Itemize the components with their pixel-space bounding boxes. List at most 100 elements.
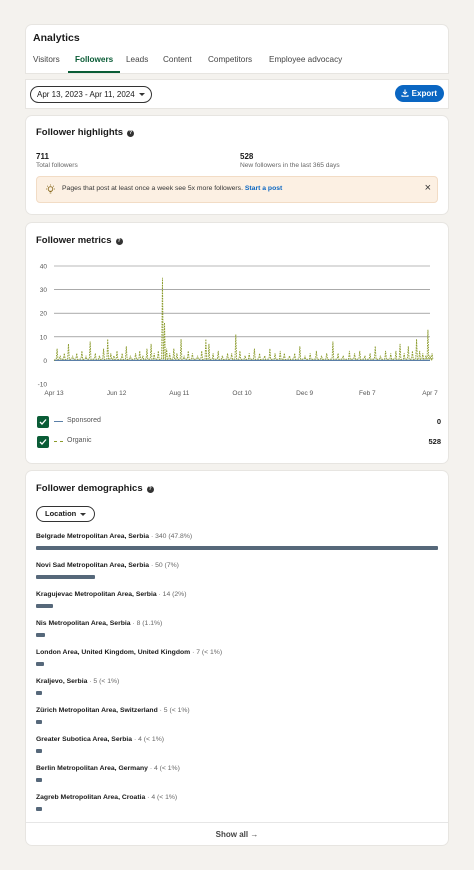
- demographic-row: Kragujevac Metropolitan Area, Serbia · 1…: [36, 591, 438, 611]
- info-icon[interactable]: ?: [127, 130, 135, 137]
- follower-metrics-chart: 40 30 20 10 0 -10Apr 13 Jun 12 Aug 11 Oct 10 Dec …: [38, 264, 439, 398]
- demographics-title: Follower demographics?: [36, 483, 154, 494]
- organic-label: Organic: [67, 437, 92, 444]
- demographic-bar: [36, 749, 42, 753]
- location-name: Kragujevac Metropolitan Area, Serbia: [36, 591, 157, 598]
- new-followers-value: 528: [240, 152, 254, 161]
- demographic-bar: [36, 633, 46, 637]
- sponsored-value: 0: [436, 417, 441, 426]
- tab-competitors[interactable]: Competitors: [208, 55, 252, 73]
- new-followers-label: New followers in the last 365 days: [240, 162, 340, 169]
- demographic-bar: [36, 604, 53, 608]
- location-name: Nis Metropolitan Area, Serbia: [36, 620, 131, 627]
- location-stat: · 4 (< 1%): [145, 794, 178, 801]
- demographic-row: Greater Subotica Area, Serbia · 4 (< 1%): [36, 736, 438, 756]
- location-dropdown-label: Location: [45, 509, 77, 518]
- demographic-bar: [36, 807, 42, 811]
- legend-sponsored[interactable]: Sponsored 0: [37, 416, 441, 428]
- show-all-button[interactable]: Show all →: [26, 822, 448, 845]
- demographic-bar: [36, 778, 42, 782]
- demographic-row: London Area, United Kingdom, United King…: [36, 649, 438, 669]
- y-tick-label: 40: [40, 264, 48, 271]
- demographic-bar: [36, 662, 45, 666]
- tip-text: Pages that post at least once a week see…: [62, 185, 283, 192]
- follower-highlights-card: Follower highlights? 711 Total followers…: [26, 116, 448, 214]
- location-stat: · 4 (< 1%): [132, 736, 164, 743]
- location-name: Berlin Metropolitan Area, Germany: [36, 765, 148, 772]
- close-icon[interactable]: ×: [425, 182, 431, 194]
- tab-leads[interactable]: Leads: [126, 55, 148, 73]
- sponsored-swatch: [54, 421, 63, 422]
- demographic-label: Berlin Metropolitan Area, Germany · 4 (<…: [36, 765, 438, 772]
- tab-bar: Visitors Followers Leads Content Competi…: [26, 55, 448, 73]
- follower-metrics-card: Follower metrics? 40 30 20 10 0 -10 Apr 13 Jun …: [26, 223, 448, 463]
- series-organic: [53, 277, 434, 361]
- tab-followers[interactable]: Followers: [68, 55, 121, 73]
- location-stat: · 5 (< 1%): [87, 678, 120, 685]
- demographic-label: Novi Sad Metropolitan Area, Serbia · 50 …: [36, 562, 438, 569]
- demographic-row: Berlin Metropolitan Area, Germany · 4 (<…: [36, 765, 438, 785]
- metrics-title: Follower metrics?: [36, 235, 123, 246]
- tab-employee-advocacy[interactable]: Employee advocacy: [269, 55, 342, 73]
- sponsored-label: Sponsored: [67, 417, 101, 424]
- demographic-bar: [36, 691, 42, 695]
- demographic-bar: [36, 546, 438, 550]
- sponsored-checkbox[interactable]: [37, 416, 49, 428]
- export-button[interactable]: Export: [394, 85, 444, 102]
- checkmark-icon: [39, 439, 47, 445]
- demographic-bar: [36, 575, 95, 579]
- location-stat: · 4 (< 1%): [147, 765, 180, 772]
- demographic-label: Kragujevac Metropolitan Area, Serbia · 1…: [36, 591, 438, 598]
- tab-visitors[interactable]: Visitors: [33, 55, 60, 73]
- location-stat: · 8 (1.1%): [130, 620, 163, 627]
- location-stat: · 7 (< 1%): [190, 649, 223, 656]
- x-tick-label: Apr 7: [422, 390, 438, 397]
- export-label: Export: [411, 89, 437, 98]
- location-stat: · 50 (7%): [149, 562, 179, 569]
- location-dropdown[interactable]: Location: [36, 506, 96, 522]
- demographic-label: Belgrade Metropolitan Area, Serbia · 340…: [36, 533, 438, 540]
- demographic-label: Nis Metropolitan Area, Serbia · 8 (1.1%): [36, 620, 438, 627]
- x-tick-label: Apr 13: [44, 390, 64, 397]
- demographic-label: Greater Subotica Area, Serbia · 4 (< 1%): [36, 736, 438, 743]
- x-tick-label: Jun 12: [107, 390, 127, 397]
- y-tick-label: -10: [38, 382, 48, 389]
- page-title: Analytics: [33, 32, 80, 44]
- demographic-row: Novi Sad Metropolitan Area, Serbia · 50 …: [36, 562, 438, 582]
- organic-value: 528: [428, 437, 441, 446]
- highlights-title: Follower highlights?: [36, 127, 135, 138]
- organic-swatch: [54, 441, 63, 442]
- x-tick-label: Dec 9: [296, 390, 313, 397]
- location-name: Greater Subotica Area, Serbia: [36, 736, 133, 743]
- y-tick-label: 30: [40, 287, 48, 294]
- demographic-row: Nis Metropolitan Area, Serbia · 8 (1.1%): [36, 620, 438, 640]
- demographic-row: Belgrade Metropolitan Area, Serbia · 340…: [36, 533, 438, 553]
- follower-demographics-card: Follower demographics? Location Belgrade…: [26, 471, 448, 845]
- total-followers-value: 711: [36, 152, 49, 161]
- demographic-row: Zürich Metropolitan Area, Switzerland · …: [36, 707, 438, 727]
- caret-down-icon: [138, 93, 145, 97]
- location-stat: · 340 (47.8%): [149, 533, 193, 540]
- tab-content[interactable]: Content: [163, 55, 192, 73]
- y-tick-label: 10: [40, 334, 48, 341]
- location-name: Zürich Metropolitan Area, Switzerland: [36, 707, 158, 714]
- x-tick-label: Feb 7: [359, 390, 376, 397]
- demographic-label: London Area, United Kingdom, United King…: [36, 649, 438, 656]
- date-range-dropdown[interactable]: Apr 13, 2023 - Apr 11, 2024: [30, 86, 152, 103]
- y-tick-label: 20: [40, 311, 48, 318]
- organic-checkbox[interactable]: [37, 436, 49, 448]
- location-stat: · 5 (< 1%): [157, 707, 190, 714]
- tip-banner: Pages that post at least once a week see…: [36, 176, 438, 203]
- start-post-link[interactable]: Start a post: [245, 185, 282, 192]
- analytics-header: Analytics Visitors Followers Leads Conte…: [26, 25, 448, 73]
- demographic-row: Kraljevo, Serbia · 5 (< 1%): [36, 678, 438, 698]
- demographic-label: Zagreb Metropolitan Area, Croatia · 4 (<…: [36, 794, 438, 801]
- location-name: Zagreb Metropolitan Area, Croatia: [36, 794, 146, 801]
- location-name: Kraljevo, Serbia: [36, 678, 88, 685]
- caret-down-icon: [80, 512, 87, 516]
- legend-organic[interactable]: Organic 528: [37, 436, 441, 448]
- info-icon[interactable]: ?: [146, 486, 154, 493]
- lightbulb-icon: [46, 184, 55, 194]
- location-name: London Area, United Kingdom, United King…: [36, 649, 191, 656]
- info-icon[interactable]: ?: [115, 238, 123, 245]
